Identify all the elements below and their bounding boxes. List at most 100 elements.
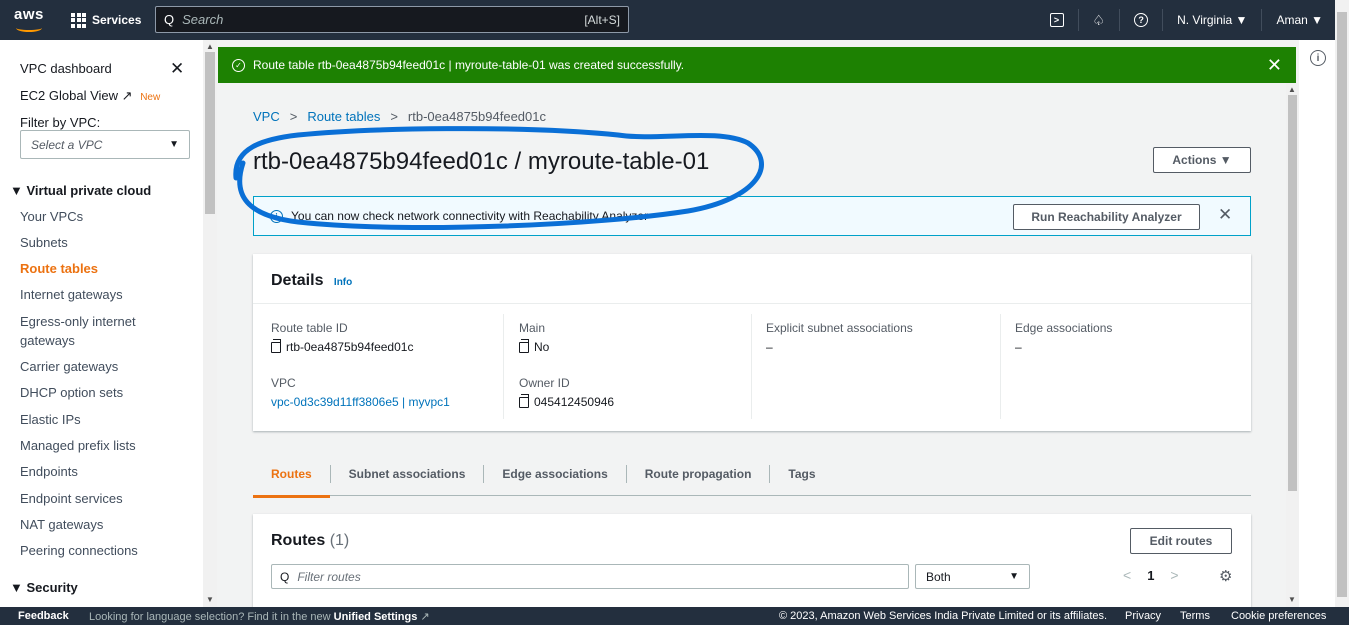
external-link-icon: ↗ [420, 611, 430, 623]
edit-routes-button[interactable]: Edit routes [1130, 528, 1232, 554]
scroll-down-icon[interactable]: ▼ [1288, 595, 1296, 604]
tab-subnet-associations[interactable]: Subnet associations [329, 465, 484, 483]
aws-smile-icon [16, 24, 42, 32]
copy-icon[interactable] [519, 338, 529, 353]
feedback-link[interactable]: Feedback [18, 610, 69, 622]
copy-icon[interactable] [519, 393, 529, 408]
section-security[interactable]: ▼ Security [10, 580, 78, 595]
tools-panel [1299, 40, 1335, 607]
breadcrumb-current: rtb-0ea4875b94feed01c [407, 109, 546, 124]
breadcrumb-route-tables[interactable]: Route tables [307, 109, 380, 124]
details-header: Details Info [253, 254, 1251, 304]
privacy-link[interactable]: Privacy [1125, 610, 1161, 622]
help-button[interactable]: ? [1119, 9, 1162, 31]
explicit-subnet-associations-label: Explicit subnet associations [766, 321, 913, 335]
sidebar-item-managed-prefix-lists[interactable]: Managed prefix lists [20, 438, 136, 453]
copy-icon[interactable] [271, 338, 281, 353]
gear-icon[interactable]: ⚙ [1219, 567, 1232, 585]
main-value: No [519, 338, 614, 354]
dismiss-info-icon[interactable]: ✕ [1218, 205, 1232, 225]
sidebar-scrollbar[interactable]: ▲ ▼ [203, 40, 217, 607]
run-reachability-analyzer-button[interactable]: Run Reachability Analyzer [1013, 204, 1200, 230]
scroll-up-icon[interactable]: ▲ [1288, 85, 1296, 94]
details-column-2: Main No Owner ID 045412450946 [519, 321, 614, 431]
search-input[interactable]: Q Search [Alt+S] [155, 6, 629, 33]
services-button[interactable]: Services [71, 9, 141, 31]
pagination: < 1 > [1123, 567, 1179, 583]
sidebar-item-elastic-ips[interactable]: Elastic IPs [20, 412, 81, 427]
reachability-message: You can now check network connectivity w… [291, 209, 649, 223]
sidebar-item-nat-gateways[interactable]: NAT gateways [20, 517, 103, 532]
explicit-subnet-associations-value: – [766, 340, 773, 354]
aws-logo[interactable]: aws [14, 6, 54, 34]
dismiss-banner-icon[interactable]: ✕ [1267, 55, 1282, 76]
sidebar-item-vpc-dashboard[interactable]: VPC dashboard [20, 61, 112, 76]
cookie-preferences-link[interactable]: Cookie preferences [1231, 610, 1326, 622]
tab-edge-associations[interactable]: Edge associations [483, 465, 625, 483]
page-scrollbar[interactable] [1335, 0, 1349, 607]
notifications-button[interactable]: ♤ [1077, 9, 1120, 31]
actions-button[interactable]: Actions ▼ [1153, 147, 1251, 173]
cloudshell-icon: > [1049, 13, 1064, 27]
info-panel-icon[interactable]: i [1310, 50, 1326, 66]
sidebar-item-internet-gateways[interactable]: Internet gateways [20, 287, 123, 302]
section-virtual-private-cloud[interactable]: ▼ Virtual private cloud [10, 183, 151, 198]
tab-tags[interactable]: Tags [769, 465, 833, 483]
page-title: rtb-0ea4875b94feed01c / myroute-table-01 [253, 148, 710, 175]
route-type-select[interactable]: Both ▼ [915, 564, 1030, 589]
sidebar-item-route-tables[interactable]: Route tables [20, 261, 98, 276]
routes-title-text: Routes [271, 532, 326, 549]
caret-down-icon: ▼ [169, 139, 179, 150]
sidebar-item-egress-only-line1[interactable]: Egress-only internet [20, 314, 136, 329]
breadcrumb-vpc[interactable]: VPC [253, 109, 280, 124]
details-column-3: Explicit subnet associations – [766, 321, 913, 376]
prev-page-icon[interactable]: < [1123, 567, 1131, 583]
vpc-link[interactable]: vpc-0d3c39d11ff3806e5 | myvpc1 [271, 395, 450, 409]
bell-icon: ♤ [1092, 11, 1106, 28]
account-menu[interactable]: Aman ▼ [1261, 9, 1337, 31]
close-sidebar-icon[interactable]: ✕ [170, 59, 184, 79]
filter-routes-placeholder: Filter routes [297, 569, 361, 584]
vpc-label: VPC [271, 376, 296, 390]
main-scrollbar[interactable]: ▲ ▼ [1286, 83, 1299, 607]
terms-link[interactable]: Terms [1180, 610, 1210, 622]
sidebar-item-carrier-gateways[interactable]: Carrier gateways [20, 359, 118, 374]
tab-routes[interactable]: Routes [253, 465, 330, 498]
unified-settings-link[interactable]: Unified Settings [334, 611, 418, 623]
route-table-id-text: rtb-0ea4875b94feed01c [286, 340, 414, 354]
sidebar-item-peering-connections[interactable]: Peering connections [20, 543, 138, 558]
next-page-icon[interactable]: > [1170, 567, 1178, 583]
details-info-link[interactable]: Info [334, 277, 352, 288]
sidebar-item-egress-only-line2[interactable]: gateways [20, 333, 75, 348]
sidebar-item-ec2-global-view[interactable]: EC2 Global View ↗ New [20, 88, 160, 104]
chevron-right-icon: > [289, 109, 298, 124]
external-link-icon: ↗ [121, 88, 133, 103]
region-selector[interactable]: N. Virginia ▼ [1162, 9, 1261, 31]
sidebar: VPC dashboard ✕ EC2 Global View ↗ New Fi… [0, 40, 203, 607]
page-scroll-thumb[interactable] [1337, 12, 1347, 597]
cloudshell-button[interactable]: > [1036, 9, 1078, 31]
scroll-up-icon[interactable]: ▲ [206, 42, 214, 51]
tab-route-propagation[interactable]: Route propagation [625, 465, 770, 483]
filter-routes-input[interactable]: Q Filter routes [271, 564, 909, 589]
ec2-global-view-label: EC2 Global View [20, 88, 119, 103]
edge-associations-label: Edge associations [1015, 321, 1113, 335]
sidebar-item-dhcp-option-sets[interactable]: DHCP option sets [20, 385, 123, 400]
main-scroll-thumb[interactable] [1288, 95, 1297, 491]
footer: Feedback Looking for language selection?… [0, 607, 1349, 625]
sidebar-item-your-vpcs[interactable]: Your VPCs [20, 209, 83, 224]
current-page[interactable]: 1 [1147, 568, 1154, 583]
caret-down-icon: ▼ [1009, 571, 1019, 582]
sidebar-scroll-thumb[interactable] [205, 52, 215, 214]
sidebar-item-subnets[interactable]: Subnets [20, 235, 68, 250]
filter-by-vpc-label: Filter by VPC: [20, 115, 101, 130]
details-panel: Details Info Route table ID rtb-0ea4875b… [253, 254, 1251, 431]
search-placeholder: Search [182, 12, 224, 27]
vpc-filter-select[interactable]: Select a VPC ▼ [20, 130, 190, 159]
owner-id-text: 045412450946 [534, 395, 615, 409]
sidebar-item-endpoints[interactable]: Endpoints [20, 464, 78, 479]
scroll-down-icon[interactable]: ▼ [206, 595, 214, 604]
sidebar-item-endpoint-services[interactable]: Endpoint services [20, 491, 123, 506]
language-notice: Looking for language selection? Find it … [89, 610, 430, 623]
owner-id-label: Owner ID [519, 376, 570, 390]
